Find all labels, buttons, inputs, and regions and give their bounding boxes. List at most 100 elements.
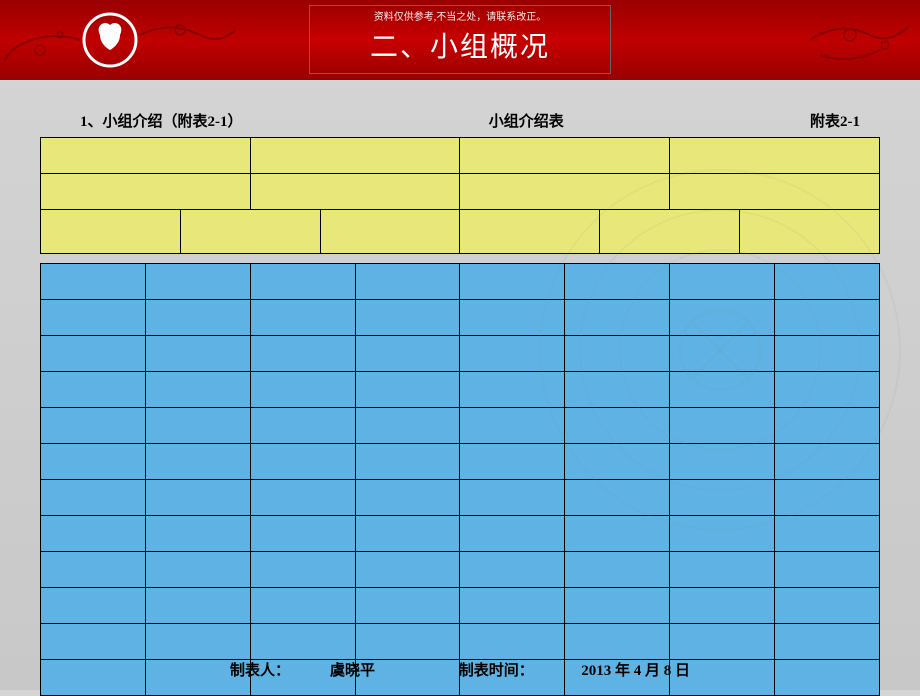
table-cell — [355, 300, 460, 336]
label-right: 附表2-1 — [810, 110, 860, 131]
table-cell — [740, 210, 880, 254]
table-cell — [250, 552, 355, 588]
table-cell — [145, 624, 250, 660]
table-cell — [460, 300, 565, 336]
table-cell — [355, 444, 460, 480]
table-cell — [41, 480, 146, 516]
table-cell — [670, 588, 775, 624]
table-cell — [670, 552, 775, 588]
table-cell — [41, 138, 251, 174]
table-container — [0, 137, 920, 696]
table-cell — [460, 444, 565, 480]
table-cell — [670, 300, 775, 336]
table-cell — [41, 372, 146, 408]
header-note: 资料仅供参考,不当之处，请联系改正。 — [370, 8, 550, 23]
table-cell — [600, 210, 740, 254]
table-cell — [250, 588, 355, 624]
table-row — [41, 174, 880, 210]
table-cell — [460, 138, 670, 174]
table-cell — [460, 588, 565, 624]
table-cell — [775, 300, 880, 336]
table-cell — [355, 336, 460, 372]
table-cell — [355, 408, 460, 444]
table-cell — [250, 300, 355, 336]
table-cell — [565, 516, 670, 552]
table-cell — [565, 480, 670, 516]
table-cell — [41, 174, 251, 210]
table-row — [41, 138, 880, 174]
table-cell — [355, 264, 460, 300]
table-cell — [41, 552, 146, 588]
table-cell — [41, 408, 146, 444]
table-cell — [775, 588, 880, 624]
table-cell — [670, 516, 775, 552]
table-cell — [670, 444, 775, 480]
table-cell — [145, 552, 250, 588]
table-cell — [775, 408, 880, 444]
author-span: 制表人：虞晓平 — [210, 663, 399, 679]
table-cell — [355, 480, 460, 516]
table-cell — [565, 624, 670, 660]
table-cell — [145, 264, 250, 300]
table-row — [41, 300, 880, 336]
table-cell — [355, 588, 460, 624]
table-cell — [180, 210, 320, 254]
table-cell — [41, 300, 146, 336]
label-left: 1、小组介绍（附表2-1） — [80, 110, 243, 131]
table-cell — [775, 552, 880, 588]
table-cell — [320, 210, 460, 254]
table-cell — [565, 408, 670, 444]
table-row — [41, 408, 880, 444]
table-cell — [41, 210, 181, 254]
table-cell — [250, 138, 460, 174]
table-cell — [565, 444, 670, 480]
table-cell — [41, 516, 146, 552]
table-cell — [460, 408, 565, 444]
data-table — [40, 137, 880, 696]
table-cell — [145, 408, 250, 444]
table-cell — [250, 516, 355, 552]
table-cell — [250, 408, 355, 444]
ornament-right-icon — [800, 0, 920, 90]
table-row — [41, 444, 880, 480]
table-cell — [775, 516, 880, 552]
table-cell — [565, 588, 670, 624]
table-cell — [145, 516, 250, 552]
title-box: 资料仅供参考,不当之处，请联系改正。 二、小组概况 — [309, 5, 611, 74]
table-cell — [460, 372, 565, 408]
gap-row — [41, 254, 880, 264]
table-cell — [775, 624, 880, 660]
table-cell — [670, 264, 775, 300]
table-cell — [460, 336, 565, 372]
table-cell — [250, 264, 355, 300]
table-cell — [250, 372, 355, 408]
footer-text: 制表人：虞晓平 制表时间： 2013 年 4 月 8 日 — [0, 659, 920, 680]
table-row — [41, 264, 880, 300]
table-cell — [145, 588, 250, 624]
table-cell — [145, 480, 250, 516]
table-cell — [250, 174, 460, 210]
table-cell — [670, 138, 880, 174]
table-cell — [250, 480, 355, 516]
table-cell — [41, 624, 146, 660]
table-cell — [460, 516, 565, 552]
table-cell — [670, 336, 775, 372]
table-cell — [460, 624, 565, 660]
header-banner: 资料仅供参考,不当之处，请联系改正。 二、小组概况 — [0, 0, 920, 80]
table-cell — [145, 372, 250, 408]
table-row — [41, 588, 880, 624]
table-cell — [670, 174, 880, 210]
table-row — [41, 480, 880, 516]
table-cell — [41, 588, 146, 624]
table-cell — [355, 552, 460, 588]
table-cell — [775, 372, 880, 408]
table-cell — [775, 480, 880, 516]
table-cell — [355, 516, 460, 552]
table-cell — [355, 372, 460, 408]
table-cell — [41, 336, 146, 372]
table-cell — [460, 552, 565, 588]
table-cell — [460, 174, 670, 210]
ornament-left-icon — [0, 0, 240, 90]
table-cell — [670, 408, 775, 444]
table-cell — [145, 300, 250, 336]
